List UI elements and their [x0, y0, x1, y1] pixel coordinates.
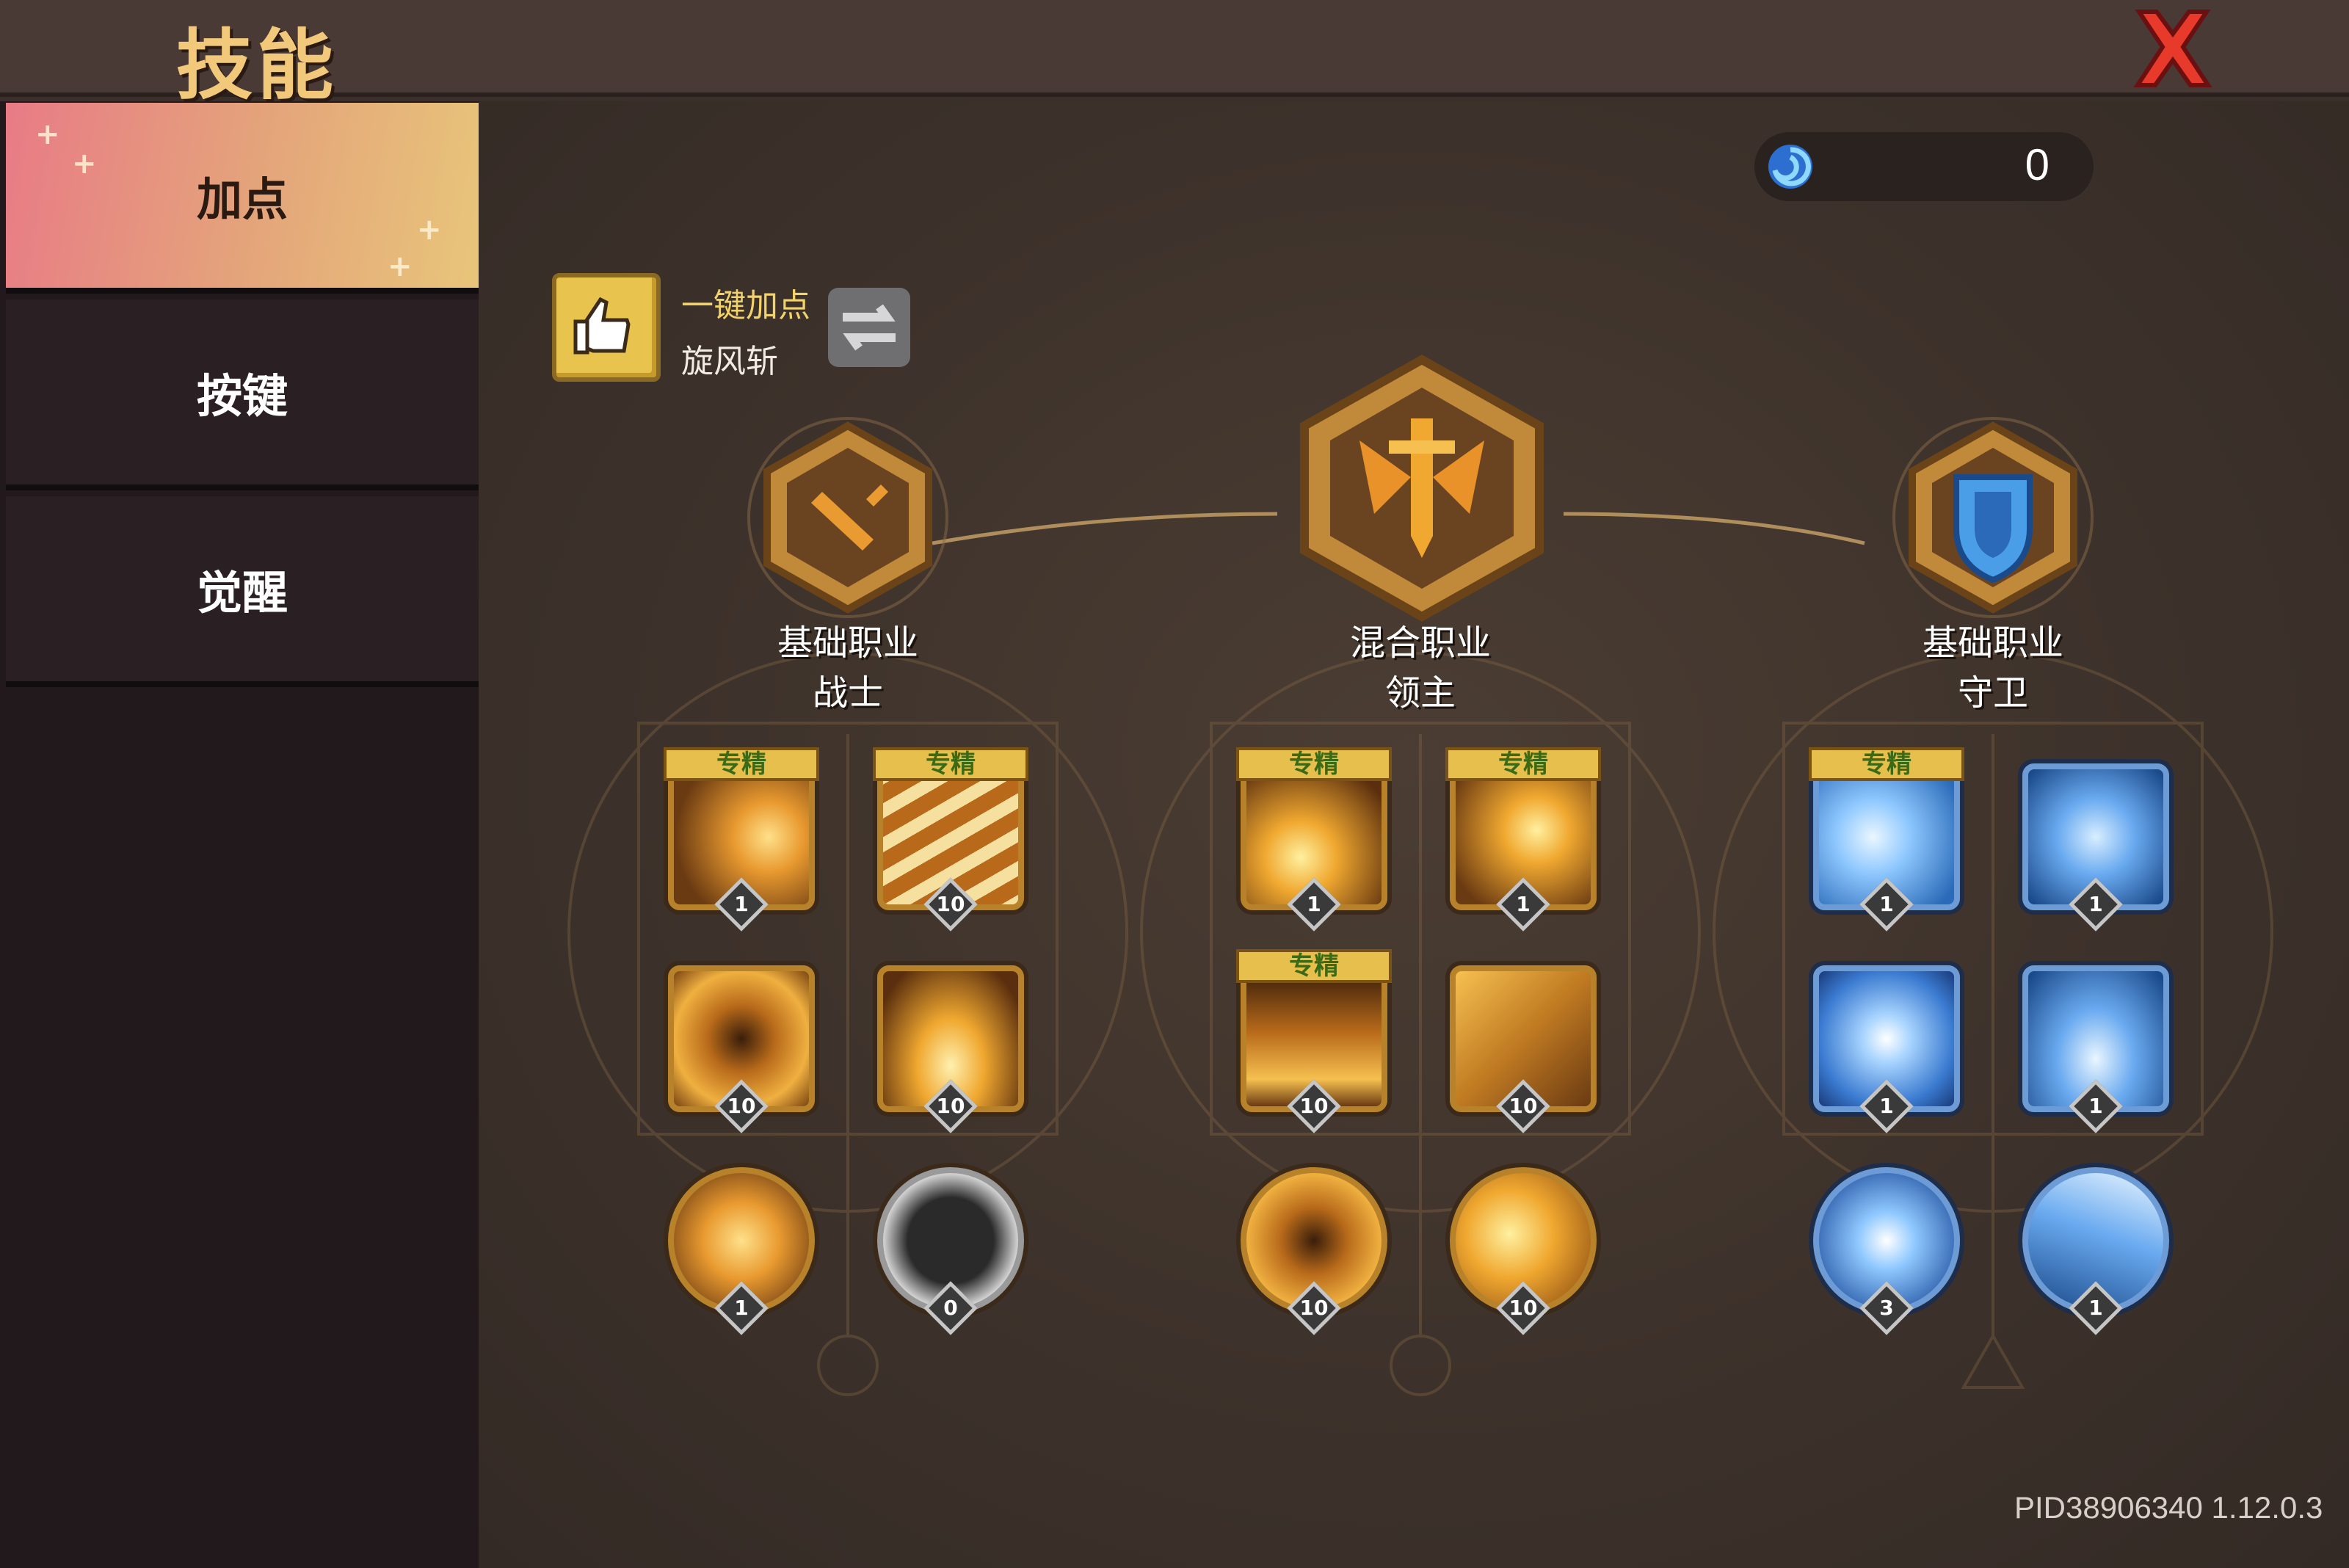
skill-slot[interactable]: 3	[1806, 1160, 1967, 1335]
tab-label: 按键	[196, 369, 288, 423]
close-icon	[2133, 10, 2212, 87]
level-value: 10	[1299, 1094, 1329, 1118]
job-type-label: 基础职业	[1922, 623, 2063, 664]
sword-icon	[747, 417, 948, 618]
job-icon-warrior[interactable]	[741, 411, 954, 627]
specialty-ribbon: 专精	[1809, 747, 1964, 781]
level-value: 10	[936, 1094, 965, 1118]
skill-slot[interactable]: 1	[2015, 958, 2176, 1133]
level-value: 1	[1879, 1094, 1894, 1118]
thumbs-up-icon	[573, 297, 631, 355]
skill-slot[interactable]: 1	[661, 1160, 822, 1335]
job-name-label: 战士	[812, 672, 883, 714]
level-value: 1	[2088, 892, 2103, 916]
level-value: 1	[734, 892, 749, 916]
auto-assign-button[interactable]	[552, 273, 661, 382]
skill-slot[interactable]: 专精 1	[1442, 747, 1604, 932]
job-icon-lord[interactable]	[1286, 352, 1558, 627]
tab-label: 加点	[196, 173, 288, 226]
skill-slot[interactable]: 10	[870, 958, 1031, 1133]
sidebar: + + + + 加点 按键 觉醒	[0, 101, 479, 1568]
swap-arrows-icon	[843, 304, 896, 351]
shield-icon	[1892, 417, 2094, 618]
skill-slot[interactable]: 1	[1806, 958, 1967, 1133]
level-value: 10	[1508, 1296, 1538, 1320]
skill-slot-locked[interactable]: 0	[870, 1160, 1031, 1335]
winged-sword-icon	[1300, 355, 1544, 622]
skill-slot[interactable]: 10	[1442, 1160, 1604, 1335]
level-value: 10	[1508, 1094, 1538, 1118]
tab-keybinds[interactable]: 按键	[6, 300, 479, 490]
level-value: 10	[936, 892, 965, 916]
sparkle-icon: +	[35, 117, 60, 151]
skill-slot[interactable]: 专精 1	[661, 747, 822, 932]
title-bar: 技能	[0, 0, 2349, 110]
skill-slot[interactable]: 10	[661, 958, 822, 1133]
skill-slot[interactable]: 10	[1233, 1160, 1395, 1335]
sparkle-icon: +	[72, 147, 97, 181]
level-value: 1	[734, 1296, 749, 1320]
specialty-ribbon: 专精	[873, 747, 1028, 781]
tab-label: 觉醒	[196, 566, 288, 620]
specialty-ribbon: 专精	[1236, 949, 1392, 983]
level-value: 1	[2088, 1094, 2103, 1118]
level-value: 1	[1516, 892, 1531, 916]
skill-slot[interactable]: 专精 1	[1233, 747, 1395, 932]
sparkle-icon: +	[388, 250, 413, 283]
skill-slot[interactable]: 1	[2015, 756, 2176, 932]
skill-slot[interactable]: 专精 1	[1806, 747, 1967, 932]
job-icon-guardian[interactable]	[1887, 411, 2099, 627]
auto-assign-skill: 旋风斩	[681, 343, 778, 380]
job-name-label: 守卫	[1957, 672, 2028, 714]
level-value: 3	[1879, 1296, 1894, 1320]
job-name-label: 领主	[1384, 672, 1456, 714]
tab-add-points[interactable]: + + + + 加点	[6, 103, 479, 294]
version-label: PID38906340 1.12.0.3	[2014, 1490, 2323, 1525]
currency-amount: 0	[2025, 140, 2050, 189]
level-value: 0	[943, 1296, 958, 1320]
skill-slot[interactable]: 1	[2015, 1160, 2176, 1335]
level-value: 1	[1307, 892, 1321, 916]
job-type-label: 混合职业	[1349, 623, 1491, 664]
level-value: 10	[1299, 1296, 1329, 1320]
tab-awaken[interactable]: 觉醒	[6, 496, 479, 687]
skill-slot[interactable]: 专精 10	[870, 747, 1031, 932]
job-type-label: 基础职业	[777, 623, 918, 664]
swap-button[interactable]	[828, 288, 910, 367]
specialty-ribbon: 专精	[1445, 747, 1601, 781]
skill-slot[interactable]: 10	[1442, 958, 1604, 1133]
level-value: 1	[1879, 892, 1894, 916]
sparkle-icon: +	[417, 213, 442, 247]
close-button[interactable]	[2129, 4, 2217, 92]
swirl-orb-icon	[1768, 145, 1812, 189]
currency-display: 0	[1754, 132, 2094, 201]
skill-slot[interactable]: 专精 10	[1233, 949, 1395, 1133]
window-title: 技能	[176, 21, 338, 110]
level-value: 10	[727, 1094, 756, 1118]
specialty-ribbon: 专精	[664, 747, 819, 781]
level-value: 1	[2088, 1296, 2103, 1320]
specialty-ribbon: 专精	[1236, 747, 1392, 781]
auto-assign-label: 一键加点	[681, 287, 810, 324]
